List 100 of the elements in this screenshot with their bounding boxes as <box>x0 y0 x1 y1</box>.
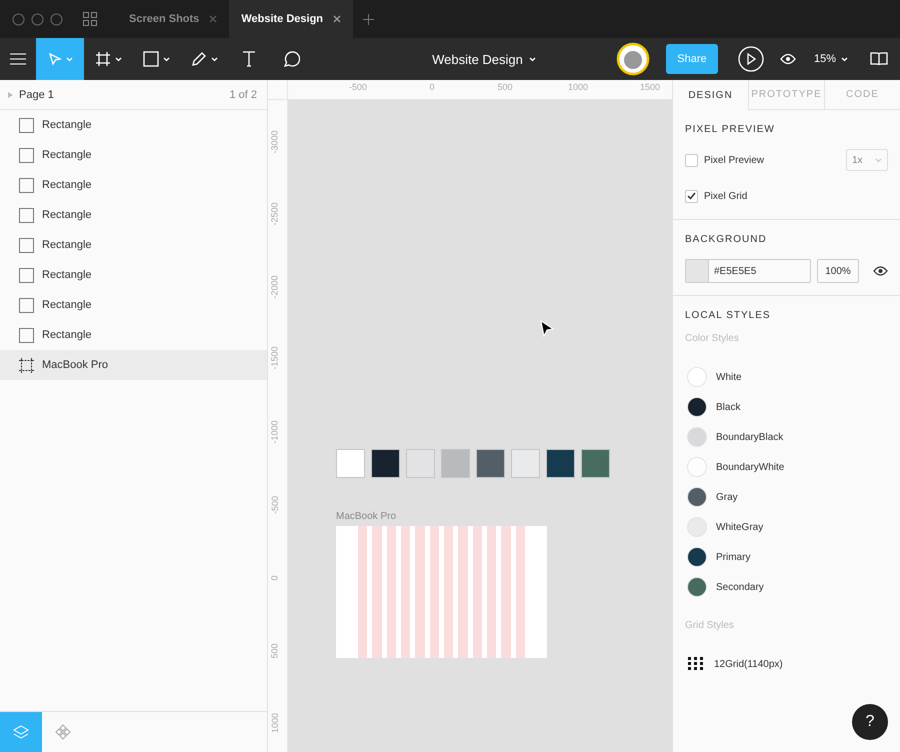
menu-icon <box>10 53 26 65</box>
grid-dots-icon <box>687 656 705 672</box>
color-dot[interactable] <box>687 457 707 477</box>
ruler-label: -2500 <box>270 201 280 227</box>
ruler-label: -500 <box>348 82 368 92</box>
page-count: 1 of 2 <box>229 88 257 100</box>
layer-item[interactable]: Rectangle <box>0 290 267 320</box>
rectangle-icon <box>19 208 34 222</box>
section-title: PIXEL PREVIEW <box>685 124 776 135</box>
cursor-icon <box>540 320 554 338</box>
section-title: LOCAL STYLES <box>685 310 772 321</box>
color-swatch[interactable] <box>406 449 435 478</box>
help-button[interactable]: ? <box>852 704 888 740</box>
text-icon <box>242 51 256 67</box>
pencil-icon <box>190 51 206 67</box>
layer-item[interactable]: Rectangle <box>0 140 267 170</box>
ruler-label: -3000 <box>270 129 280 155</box>
style-name[interactable]: 12Grid(1140px) <box>714 658 783 670</box>
layer-item[interactable]: Rectangle <box>0 260 267 290</box>
subsection-title: Color Styles <box>685 333 740 344</box>
rectangle-icon <box>19 328 34 342</box>
ruler-label: -1500 <box>270 345 280 371</box>
rectangle-icon <box>19 298 34 312</box>
ruler-label: 0 <box>270 574 280 582</box>
caret-icon <box>162 56 170 62</box>
ruler-label: -500 <box>270 495 280 516</box>
window-control-icon[interactable] <box>12 12 25 26</box>
window-control-icon[interactable] <box>50 12 63 26</box>
avatar-icon[interactable] <box>616 42 650 76</box>
ruler-label: 500 <box>270 642 280 661</box>
ruler-label: 1000 <box>566 82 590 92</box>
layer-item[interactable]: Rectangle <box>0 170 267 200</box>
style-name[interactable]: Secondary <box>716 582 764 592</box>
play-icon[interactable] <box>738 46 764 72</box>
style-name[interactable]: BoundaryWhite <box>716 462 784 472</box>
checkbox[interactable] <box>685 190 698 202</box>
window-control-icon[interactable] <box>31 12 44 26</box>
checkbox-label: Pixel Grid <box>704 190 748 202</box>
color-swatch[interactable] <box>441 449 470 478</box>
layers-icon <box>13 725 29 739</box>
color-swatch[interactable] <box>336 449 365 478</box>
components-icon <box>55 724 71 740</box>
caret-icon <box>66 56 72 62</box>
color-swatch[interactable] <box>581 449 610 478</box>
layer-item[interactable]: MacBook Pro <box>0 350 267 380</box>
rectangle-icon <box>19 268 34 282</box>
zoom-dropdown[interactable]: 15% <box>814 53 848 65</box>
color-dot[interactable] <box>687 487 707 507</box>
color-dot[interactable] <box>687 547 707 567</box>
caret-icon <box>841 56 848 62</box>
layer-item[interactable]: Rectangle <box>0 320 267 350</box>
section-title: BACKGROUND <box>685 234 768 245</box>
color-field[interactable]: #E5E5E5 <box>685 259 811 283</box>
opacity-field[interactable]: 100% <box>817 259 859 283</box>
color-dot[interactable] <box>687 397 707 417</box>
layer-item[interactable]: Rectangle <box>0 200 267 230</box>
checkbox[interactable] <box>685 154 698 166</box>
rectangle-icon <box>19 148 34 162</box>
panel-tab[interactable]: DESIGN <box>673 80 748 110</box>
caret-icon <box>210 56 218 62</box>
color-swatch[interactable] <box>546 449 575 478</box>
square-icon <box>142 51 158 67</box>
plus-icon[interactable] <box>363 14 374 24</box>
color-swatch[interactable] <box>476 449 505 478</box>
rectangle-icon <box>19 118 34 132</box>
pointer-icon <box>48 52 62 66</box>
layers-tab[interactable] <box>0 712 42 752</box>
rectangle-icon <box>19 178 34 192</box>
style-name[interactable]: BoundaryBlack <box>716 432 784 442</box>
color-dot[interactable] <box>687 367 707 387</box>
style-name[interactable]: WhiteGray <box>716 522 764 532</box>
grid-icon[interactable] <box>83 12 97 26</box>
ruler-label: 1500 <box>638 82 662 92</box>
document-tab[interactable]: Screen Shots <box>117 0 230 38</box>
page-name[interactable]: Page 1 <box>19 88 54 100</box>
caret-icon <box>114 56 122 62</box>
comment-icon <box>282 50 300 68</box>
close-icon[interactable] <box>333 15 342 23</box>
document-tab[interactable]: Website Design <box>229 0 354 38</box>
color-swatch[interactable] <box>511 449 540 478</box>
file-title[interactable]: Website Design <box>432 52 536 66</box>
caret-icon <box>875 158 882 162</box>
rectangle-icon <box>19 238 34 252</box>
color-dot[interactable] <box>687 427 707 447</box>
eye-icon[interactable] <box>873 266 888 276</box>
checkbox-label: Pixel Preview <box>704 154 764 166</box>
style-name[interactable]: Gray <box>716 492 738 502</box>
color-swatch[interactable] <box>371 449 400 478</box>
color-dot[interactable] <box>687 577 707 597</box>
ruler-label: -1000 <box>270 419 280 445</box>
close-icon[interactable] <box>209 15 218 23</box>
layer-item[interactable]: Rectangle <box>0 230 267 260</box>
ruler-label: 500 <box>496 82 514 92</box>
frame-icon <box>19 358 34 372</box>
ruler-label: 1000 <box>270 712 280 736</box>
layer-item[interactable]: Rectangle <box>0 110 267 140</box>
book-icon[interactable] <box>870 52 888 66</box>
style-name[interactable]: Black <box>716 402 740 412</box>
style-name[interactable]: Primary <box>716 552 750 562</box>
style-name[interactable]: White <box>716 372 742 382</box>
